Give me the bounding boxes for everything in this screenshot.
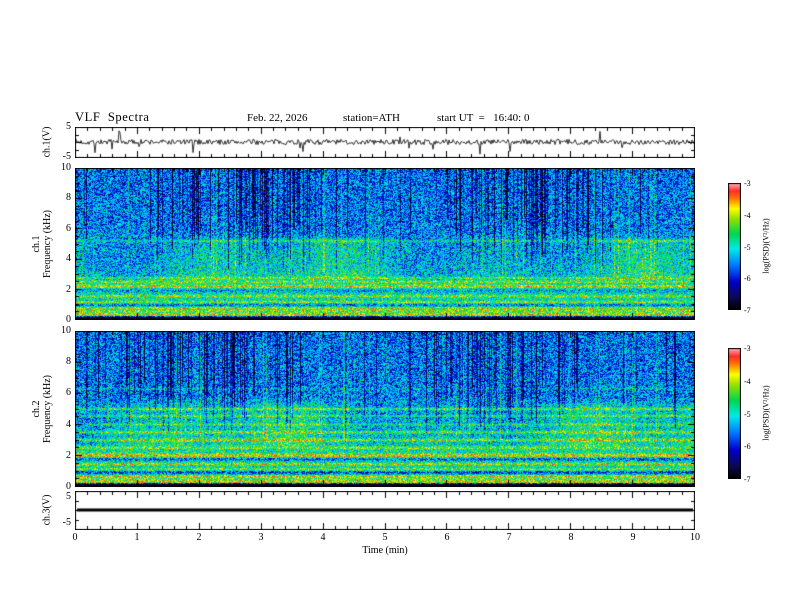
ch1-frequency-axis-label: ch.1 Frequency (kHz): [31, 210, 53, 278]
colorbar-2-tick-label: -5: [744, 409, 751, 419]
colorbar-1-tick-label: -6: [744, 274, 751, 284]
ch3-waveform-ytick-label: 5: [66, 491, 71, 502]
ch1-spectrogram-ytick-label: 4: [66, 253, 71, 265]
ch1-spectrogram-ytick-label: 10: [61, 162, 71, 173]
colorbar-2-tick-label: -3: [744, 344, 751, 353]
date-label: Feb. 22, 2026: [247, 112, 308, 124]
time-tick-label: 8: [568, 532, 574, 543]
ch2-spectrogram-ytick-label: 10: [61, 325, 71, 336]
ch2-spectrogram-canvas: [75, 331, 695, 487]
colorbar-1-tick-label: -7: [744, 306, 751, 315]
ch3-waveform-ytick-label: -5: [62, 517, 71, 528]
ch1-spectrogram-ytick-label: 2: [66, 283, 71, 295]
ch1-waveform-canvas: [75, 127, 695, 158]
ch3-waveform-canvas: [75, 491, 695, 530]
colorbar-1-tick-label: -4: [744, 210, 751, 220]
time-tick-label: 3: [258, 532, 264, 543]
ch2-frequency-axis-label-line1: ch.2: [31, 400, 42, 418]
ch2-frequency-axis-label: ch.2 Frequency (kHz): [31, 375, 53, 443]
ch2-spectrogram-ytick-label: 2: [66, 449, 71, 461]
time-tick-label: 6: [444, 532, 450, 543]
time-tick-label: 2: [196, 532, 202, 543]
ch1-spectrogram-ytick-label: 6: [66, 222, 71, 234]
colorbar-2-tick-label: -6: [744, 442, 751, 452]
ch2-spectrogram-ytick-label: 4: [66, 418, 71, 430]
vlf-spectra-figure: VLF Spectra Feb. 22, 2026 station=ATH st…: [0, 0, 792, 612]
ch1-spectrogram-canvas: [75, 168, 695, 320]
colorbar-1-tick-label: -3: [744, 179, 751, 188]
colorbar-2-tick-label: -4: [744, 376, 751, 386]
ch1-spectrogram-ytick-label: 8: [66, 192, 71, 204]
colorbar-2-tick-label: -7: [744, 475, 751, 484]
ch1-frequency-axis-label-line1: ch.1: [31, 235, 42, 253]
ch1-waveform-ytick-label: -5: [62, 151, 71, 162]
figure-title: VLF Spectra: [75, 110, 150, 124]
colorbar-2-canvas: [728, 348, 741, 479]
time-tick-label: 7: [506, 532, 512, 543]
ch2-frequency-axis-label-line2: Frequency (kHz): [42, 374, 53, 444]
start-ut-label: start UT = 16:40: 0: [437, 112, 530, 124]
colorbar-1-tick-label: -5: [744, 242, 751, 252]
ch2-spectrogram-ytick-label: 8: [66, 356, 71, 368]
time-tick-label: 5: [382, 532, 388, 543]
ch1-waveform-ytick-label: 5: [66, 121, 71, 132]
time-tick-label: 1: [134, 532, 140, 543]
colorbar-1-canvas: [728, 183, 741, 310]
time-tick-label: 9: [630, 532, 636, 543]
ch1-frequency-axis-label-line2: Frequency (kHz): [42, 209, 53, 279]
station-label: station=ATH: [343, 112, 400, 124]
time-tick-label: 4: [320, 532, 326, 543]
time-tick-label: 10: [690, 532, 700, 543]
ch2-spectrogram-ytick-label: 6: [66, 387, 71, 399]
time-tick-label: 0: [72, 532, 78, 543]
time-axis-label: Time (min): [362, 545, 408, 556]
ch1-spectrogram-ytick-label: 0: [66, 314, 71, 325]
